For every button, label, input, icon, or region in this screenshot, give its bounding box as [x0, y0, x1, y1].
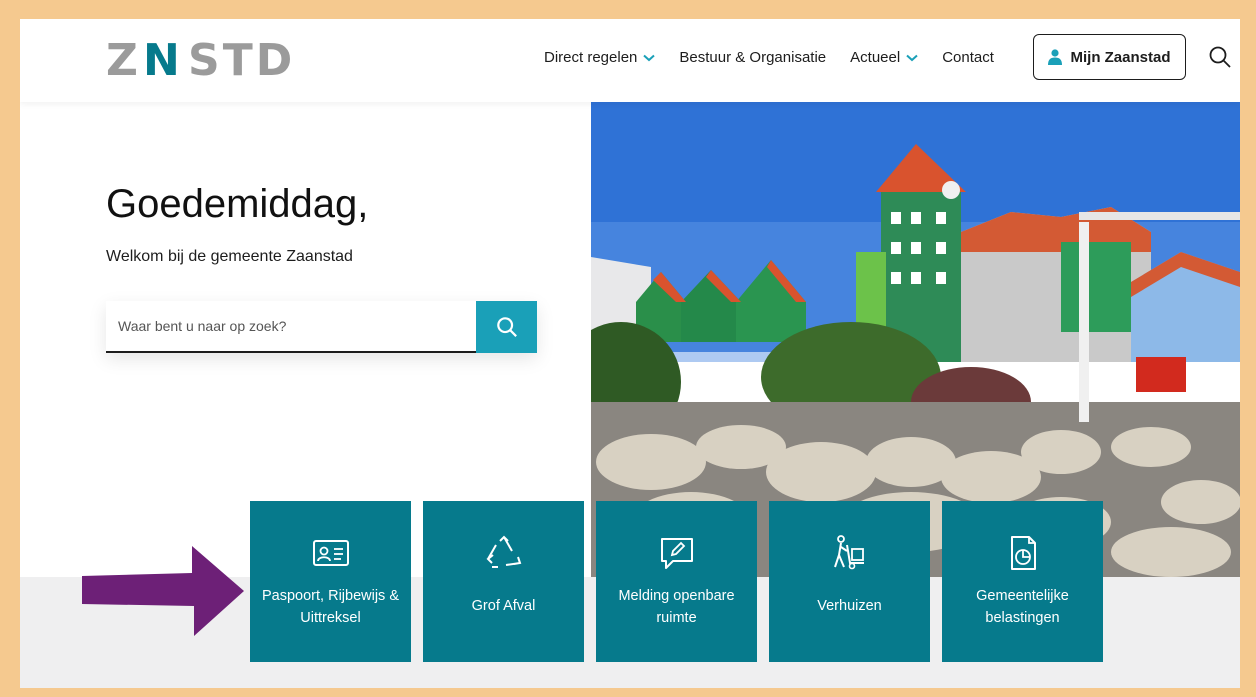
nav-bestuur-organisatie[interactable]: Bestuur & Organisatie [679, 49, 826, 66]
nav-label: Contact [942, 49, 994, 66]
nav-label: Bestuur & Organisatie [679, 49, 827, 66]
tile-grof-afval[interactable]: Grof Afval [423, 501, 584, 662]
tile-melding-openbare-ruimte[interactable]: Melding openbare ruimte [596, 501, 757, 662]
purple-arrow-icon [82, 546, 244, 636]
recycle-icon [486, 535, 521, 568]
chevron-down-icon [906, 54, 918, 61]
search-input[interactable] [106, 301, 476, 353]
id-card-icon [312, 540, 349, 566]
tile-label: Paspoort, Rijbewijs & Uittreksel [262, 588, 399, 626]
page-frame: Z N STD Direct regelen Bestuur & Organis… [20, 19, 1240, 688]
svg-text:N: N [143, 35, 180, 81]
tile-label: Gemeentelijke belastingen [976, 588, 1069, 626]
zaanstad-logo[interactable]: Z N STD [106, 35, 306, 81]
mijn-zaanstad-label: Mijn Zaanstad [1070, 48, 1171, 66]
site-header: Z N STD Direct regelen Bestuur & Organis… [20, 19, 1240, 102]
tile-verhuizen[interactable]: Verhuizen [769, 501, 930, 662]
svg-text:Z: Z [106, 35, 140, 81]
search-icon [496, 317, 517, 337]
tile-label: Grof Afval [471, 598, 536, 614]
nav-label: Direct regelen [544, 49, 638, 66]
quick-tiles: Paspoort, Rijbewijs & Uittreksel Grof Af… [250, 501, 1115, 662]
search-bar [106, 301, 537, 353]
tile-label: Melding openbare ruimte [618, 588, 735, 626]
tax-document-icon [1010, 536, 1036, 570]
tile-gemeentelijke-belastingen[interactable]: Gemeentelijke belastingen [942, 501, 1103, 662]
main-nav: Direct regelen Bestuur & Organisatie Act… [544, 49, 1018, 66]
search-button[interactable] [476, 301, 537, 353]
chevron-down-icon [643, 54, 656, 61]
user-icon [1048, 49, 1063, 65]
tile-label: Verhuizen [817, 598, 882, 614]
search-icon[interactable] [1208, 45, 1232, 69]
nav-label: Actueel [850, 49, 901, 66]
greeting-heading: Goedemiddag, [106, 182, 369, 226]
nav-actueel[interactable]: Actueel [850, 49, 918, 66]
mijn-zaanstad-button[interactable]: Mijn Zaanstad [1033, 34, 1186, 80]
welcome-text: Welkom bij de gemeente Zaanstad [106, 248, 353, 265]
nav-direct-regelen[interactable]: Direct regelen [544, 49, 656, 66]
nav-contact[interactable]: Contact [942, 49, 994, 66]
speech-pencil-icon [660, 538, 693, 569]
tile-paspoort[interactable]: Paspoort, Rijbewijs & Uittreksel [250, 501, 411, 662]
moving-person-icon [833, 535, 864, 570]
svg-text:STD: STD [188, 35, 295, 81]
